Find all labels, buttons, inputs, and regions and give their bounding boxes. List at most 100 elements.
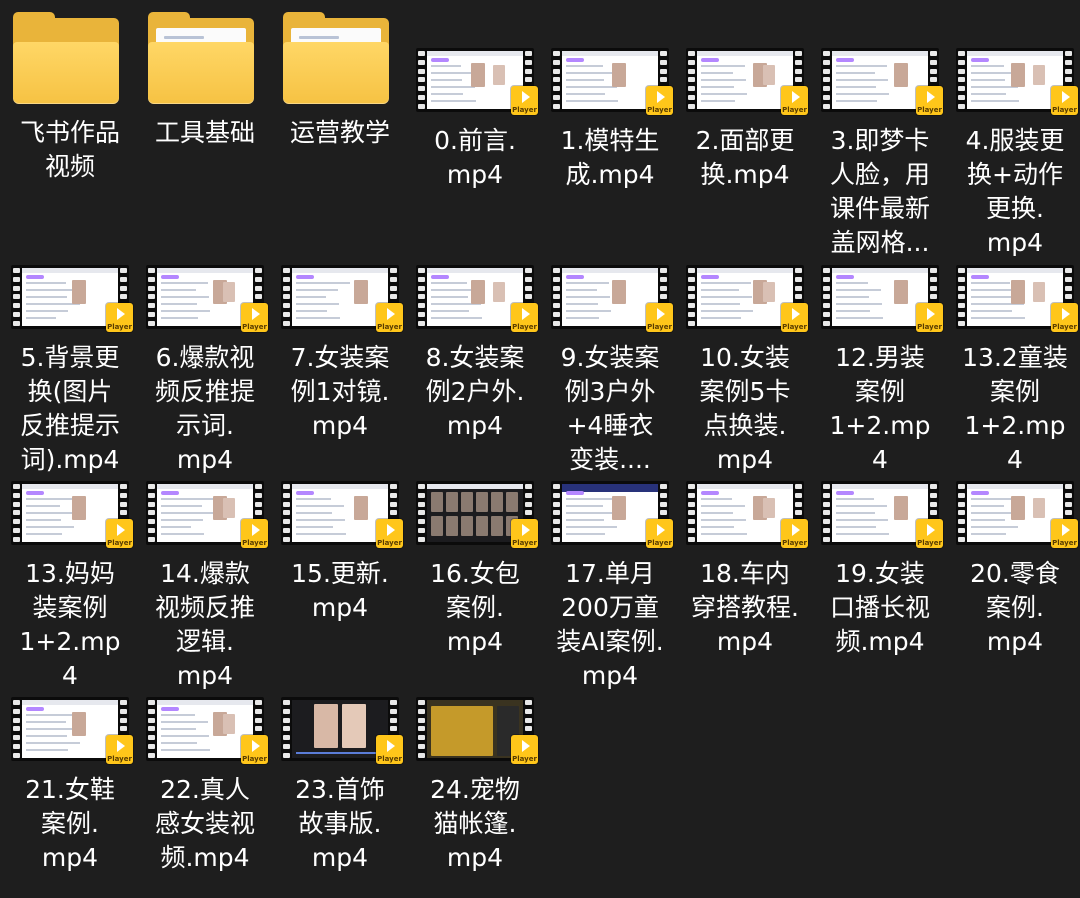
player-badge-label: Player <box>782 323 807 331</box>
file-name-line: 装案例 <box>32 593 108 622</box>
player-badge-icon: Player <box>1051 86 1078 115</box>
file-name-line: mp4 <box>446 411 504 440</box>
file-name-line: 1.模特生 <box>560 126 660 155</box>
file-name-line: mp4 <box>311 843 369 872</box>
video-preview <box>157 268 253 326</box>
film-holes-left <box>553 268 560 326</box>
player-badge-label: Player <box>242 323 267 331</box>
play-icon <box>927 91 935 103</box>
file-name-label: 0.前言. mp4 <box>408 124 542 192</box>
file-name-line: 例3户外 <box>564 377 656 406</box>
player-badge-label: Player <box>917 539 942 547</box>
file-name-line: 换.mp4 <box>700 160 790 189</box>
file-name-line: 21.女鞋 <box>25 775 115 804</box>
film-holes-left <box>823 268 830 326</box>
video-thumbnail: Player <box>416 481 538 553</box>
player-badge-label: Player <box>1052 106 1077 114</box>
file-name-line: 16.女包 <box>430 559 520 588</box>
file-name-line: 18.车内 <box>700 559 790 588</box>
file-name-line: 换(图片 <box>27 377 113 406</box>
file-name-line: 逻辑. <box>176 627 234 656</box>
player-badge-label: Player <box>647 106 672 114</box>
film-holes-left <box>958 484 965 542</box>
player-badge-label: Player <box>107 323 132 331</box>
player-badge-label: Player <box>512 539 537 547</box>
player-badge-icon: Player <box>376 519 403 548</box>
folder-icon <box>283 12 389 104</box>
player-badge-label: Player <box>782 106 807 114</box>
play-icon <box>252 524 260 536</box>
file-name-line: +4睡衣 <box>566 411 654 440</box>
play-icon <box>117 308 125 320</box>
file-name-label: 15.更新. mp4 <box>273 557 407 625</box>
video-preview <box>697 51 793 109</box>
player-badge-label: Player <box>917 323 942 331</box>
video-thumbnail: Player <box>416 48 538 120</box>
film-holes-left <box>418 51 425 109</box>
file-name-label: 6.爆款视 频反推提 示词. mp4 <box>138 341 272 477</box>
play-icon <box>1062 308 1070 320</box>
film-holes-left <box>418 484 425 542</box>
player-badge-icon: Player <box>781 303 808 332</box>
video-thumbnail: Player <box>11 481 133 553</box>
file-name-line: 10.女装 <box>700 343 790 372</box>
video-thumbnail: Player <box>281 481 403 553</box>
video-preview <box>427 268 523 326</box>
player-badge-label: Player <box>782 539 807 547</box>
file-name-label: 8.女装案 例2户外. mp4 <box>408 341 542 443</box>
file-name-label: 7.女装案 例1对镜. mp4 <box>273 341 407 443</box>
player-badge-icon: Player <box>916 303 943 332</box>
film-holes-left <box>823 51 830 109</box>
folder-name-line: 飞书作品 <box>19 118 120 147</box>
video-preview <box>832 484 928 542</box>
file-name-label: 14.爆款 视频反推 逻辑. mp4 <box>138 557 272 693</box>
player-badge-icon: Player <box>646 86 673 115</box>
video-thumbnail: Player <box>956 48 1078 120</box>
folder-icon <box>148 12 254 104</box>
player-badge-icon: Player <box>646 519 673 548</box>
player-badge-icon: Player <box>511 519 538 548</box>
film-holes-left <box>688 484 695 542</box>
file-name-label: 12.男装 案例 1+2.mp 4 <box>813 341 947 477</box>
video-thumbnail: Player <box>821 48 943 120</box>
video-thumbnail: Player <box>416 697 538 769</box>
player-badge-label: Player <box>242 539 267 547</box>
film-holes-left <box>418 268 425 326</box>
file-name-line: 2.面部更 <box>695 126 795 155</box>
video-preview <box>832 268 928 326</box>
file-name-line: mp4 <box>446 160 504 189</box>
file-name-line: mp4 <box>311 411 369 440</box>
file-name-line: 装AI案例. <box>556 627 664 656</box>
file-name-line: 盖网格... <box>830 228 930 257</box>
file-name-line: 22.真人 <box>160 775 250 804</box>
video-preview <box>562 484 658 542</box>
player-badge-label: Player <box>1052 323 1077 331</box>
player-badge-label: Player <box>647 323 672 331</box>
file-name-line: 7.女装案 <box>290 343 390 372</box>
player-badge-icon: Player <box>241 303 268 332</box>
file-name-line: 更换. <box>986 194 1044 223</box>
play-icon <box>522 740 530 752</box>
video-preview <box>157 700 253 758</box>
folder-name-line: 工具基础 <box>154 118 255 147</box>
file-name-label: 9.女装案 例3户外 +4睡衣 变装.... <box>543 341 677 477</box>
file-name-label: 17.单月 200万童 装AI案例. mp4 <box>543 557 677 693</box>
folder-icon <box>13 12 119 104</box>
film-holes-left <box>553 51 560 109</box>
file-name-line: 案例. <box>446 593 504 622</box>
file-name-line: 案例. <box>986 593 1044 622</box>
video-preview <box>967 51 1063 109</box>
file-name-line: 人脸，用 <box>829 160 930 189</box>
file-name-line: 频.mp4 <box>160 843 250 872</box>
file-name-label: 22.真人 感女装视 频.mp4 <box>138 773 272 875</box>
video-thumbnail: Player <box>686 265 808 337</box>
player-badge-icon: Player <box>1051 303 1078 332</box>
file-name-label: 10.女装 案例5卡 点换装. mp4 <box>678 341 812 477</box>
player-badge-label: Player <box>377 539 402 547</box>
file-name-label: 24.宠物 猫帐篷. mp4 <box>408 773 542 875</box>
play-icon <box>927 524 935 536</box>
file-name-line: 9.女装案 <box>560 343 660 372</box>
file-name-label: 23.首饰 故事版. mp4 <box>273 773 407 875</box>
file-name-line: 200万童 <box>561 593 659 622</box>
file-name-line: mp4 <box>716 627 774 656</box>
